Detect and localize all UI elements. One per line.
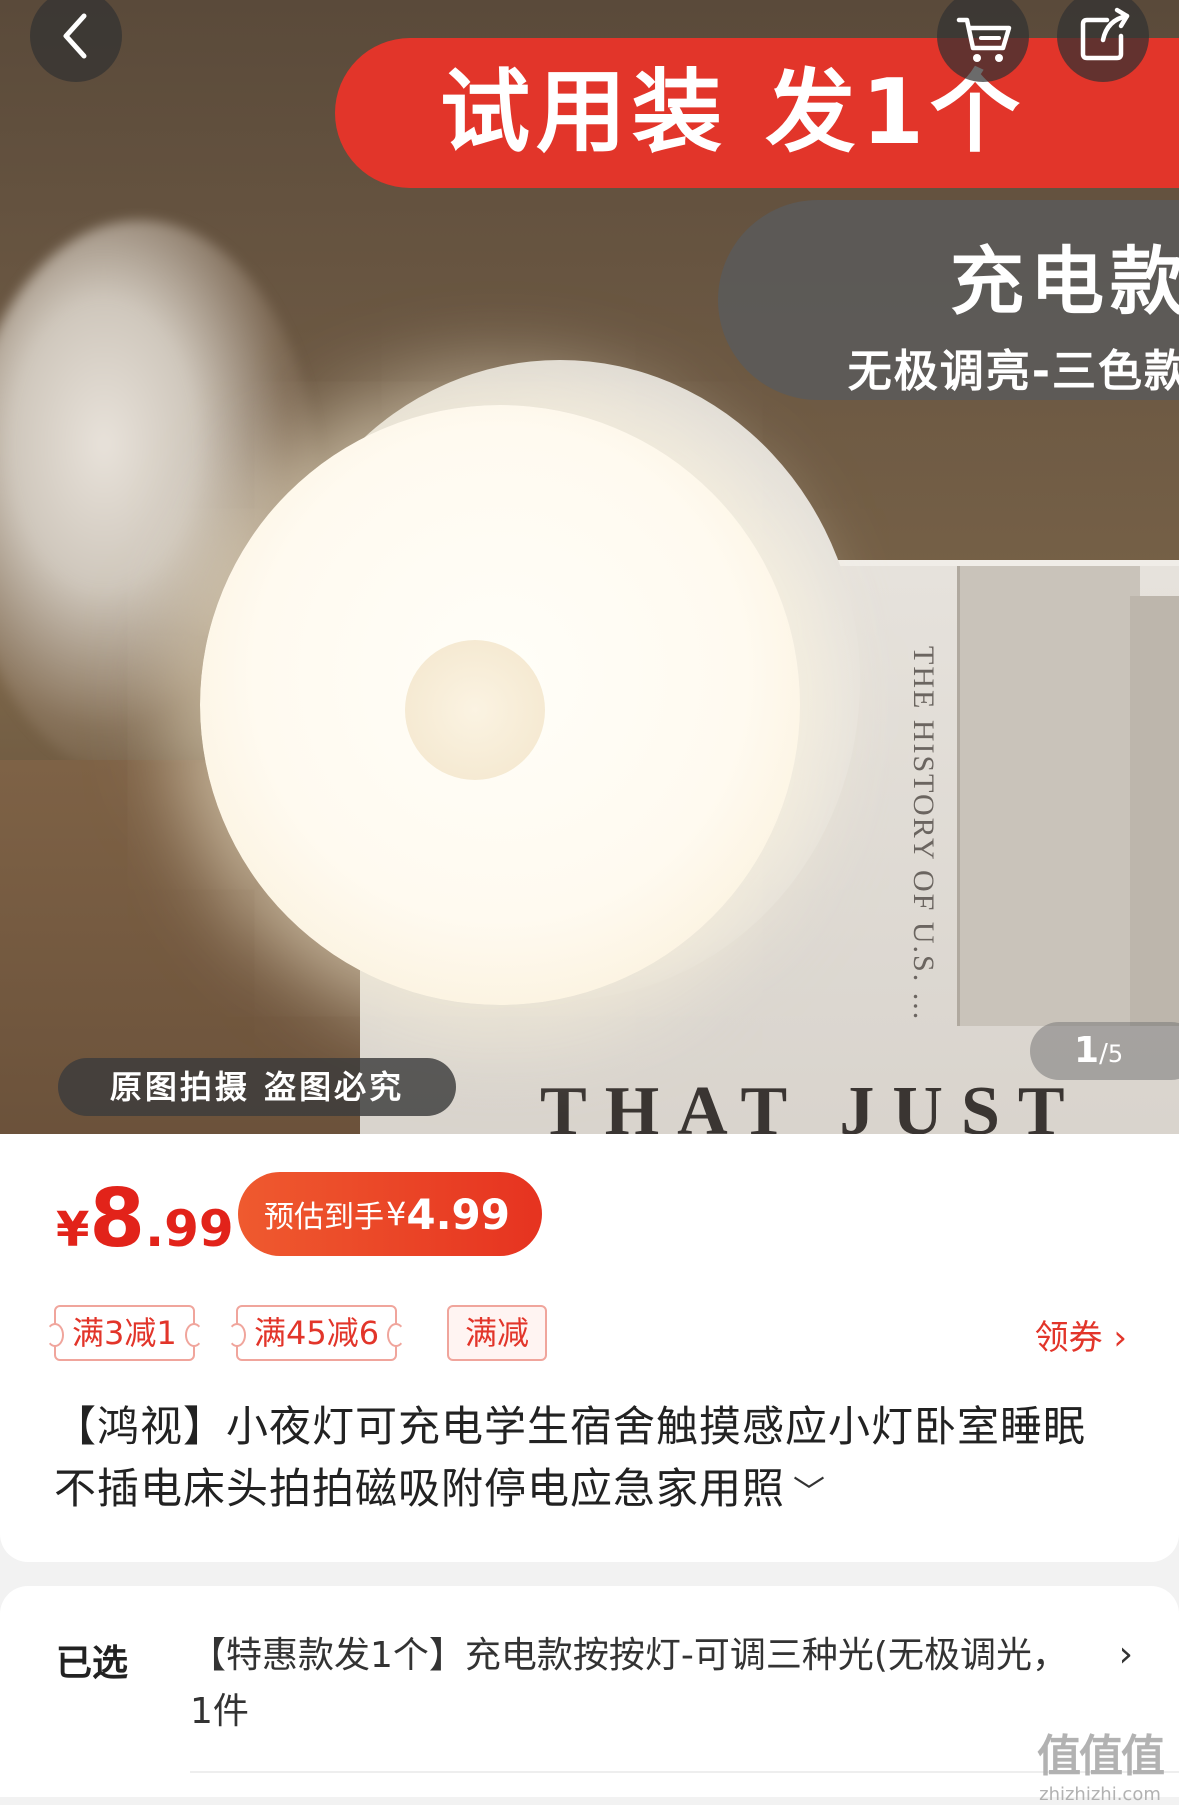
share-icon [1080, 7, 1130, 61]
lamp-touch-button [405, 640, 545, 780]
site-watermark-mark: 值值值 [1037, 1731, 1165, 1782]
book-bottom-text: THAT JUST [540, 1073, 1083, 1140]
price-currency: ¥ [56, 1202, 90, 1258]
selected-spec-card[interactable]: 已选 【特惠款发1个】充电款按按灯-可调三种光(无极调光，1件 › [0, 1586, 1179, 1797]
discount-tag[interactable]: 满减 [447, 1305, 548, 1361]
coupon-tag-1[interactable]: 满3减1 [46, 1305, 203, 1361]
page-total: 5 [1107, 1040, 1124, 1068]
variant-banner-desc: 无极调亮-三色款 [847, 346, 1179, 397]
estimated-price-badge[interactable]: 预估到手 ¥ 4.99 [238, 1172, 542, 1256]
book-spine-text: THE HISTORY OF U.S. ... [907, 646, 940, 1022]
coupon-tag-2[interactable]: 满45减6 [227, 1305, 406, 1361]
share-button[interactable] [1057, 0, 1149, 82]
chevron-left-icon [63, 13, 87, 59]
image-page-indicator: 1/5 [1030, 1022, 1179, 1080]
expand-title-icon[interactable]: ﹀ [793, 1461, 826, 1523]
chevron-right-icon[interactable]: › [1119, 1634, 1133, 1675]
variant-banner-title: 充电款 [950, 239, 1179, 325]
product-info-card: ¥8.99 预估到手 ¥ 4.99 满3减1 满45减6 满减 领券 › 【鸿视… [0, 1134, 1179, 1562]
original-photo-watermark: 原图拍摄 盗图必究 [58, 1058, 456, 1116]
trial-banner: 试用装 发1个 [335, 38, 1179, 188]
site-watermark: 值值值 zhizhizhi.com [1030, 1720, 1170, 1805]
page-current: 1 [1074, 1030, 1100, 1071]
cart-icon [956, 17, 1012, 62]
book-spine-2 [1130, 596, 1179, 1026]
estimated-price-label: 预估到手 [264, 1200, 384, 1235]
estimated-price-value: 4.99 [406, 1189, 510, 1239]
current-price: ¥8.99 [56, 1172, 234, 1265]
page-separator: / [1099, 1039, 1108, 1069]
back-button[interactable] [30, 0, 122, 82]
book-spine [957, 566, 1140, 1026]
product-title-text: 【鸿视】小夜灯可充电学生宿舍触摸感应小灯卧室睡眠不插电床头拍拍磁吸附停电应急家用… [54, 1402, 1087, 1513]
product-title[interactable]: 【鸿视】小夜灯可充电学生宿舍触摸感应小灯卧室睡眠不插电床头拍拍磁吸附停电应急家用… [54, 1396, 1094, 1523]
get-coupon-link[interactable]: 领券 › [1035, 1310, 1127, 1359]
product-image-carousel[interactable]: THE HISTORY OF U.S. ... THAT JUST 试用装 发1… [0, 0, 1179, 1140]
price-integer: 8 [89, 1172, 146, 1265]
estimated-price-currency: ¥ [386, 1195, 407, 1233]
selected-spec-value: 【特惠款发1个】充电款按按灯-可调三种光(无极调光，1件 [190, 1635, 1068, 1732]
cart-button[interactable] [937, 0, 1029, 82]
selected-spec-label: 已选 [56, 1643, 129, 1684]
site-watermark-url: zhizhizhi.com [1039, 1784, 1161, 1805]
price-decimal: .99 [145, 1200, 234, 1258]
variant-banner: 充电款 无极调亮-三色款 [718, 200, 1179, 400]
